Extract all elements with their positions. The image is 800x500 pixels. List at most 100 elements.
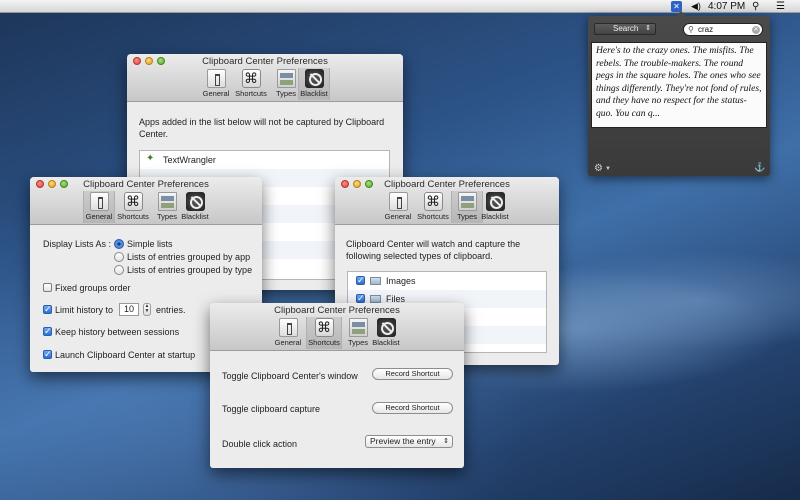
tab-general[interactable]: General xyxy=(83,191,115,223)
tab-general-label: General xyxy=(202,89,230,98)
clip-preview-text[interactable]: Here's to the crazy ones. The misfits. T… xyxy=(591,42,767,128)
mode-label: Search xyxy=(613,24,639,33)
radio-grouped-by-type-label[interactable]: Lists of entries grouped by type xyxy=(127,265,252,275)
gear-icon[interactable]: ⚙ xyxy=(594,163,603,174)
type-images-checkbox[interactable] xyxy=(356,275,365,286)
types-description: Clipboard Center will watch and capture … xyxy=(346,239,521,261)
preferences-window-shortcuts: Clipboard Center Preferences General ⌘ S… xyxy=(210,303,464,468)
tab-general-label: General xyxy=(384,212,412,221)
types-icon xyxy=(276,69,296,88)
radio-grouped-by-app-label[interactable]: Lists of entries grouped by app xyxy=(127,252,250,262)
general-switch-icon xyxy=(206,69,226,88)
mode-popup-button[interactable]: Search ⇕ xyxy=(594,23,656,35)
launch-at-startup-label[interactable]: Launch Clipboard Center at startup xyxy=(55,350,195,360)
fixed-groups-label[interactable]: Fixed groups order xyxy=(55,283,131,293)
tab-shortcuts-label: Shortcuts xyxy=(308,338,340,347)
command-key-icon: ⌘ xyxy=(314,318,334,337)
window-title: Clipboard Center Preferences xyxy=(384,179,510,190)
tab-blacklist[interactable]: Blacklist xyxy=(479,191,511,223)
double-click-action-select[interactable]: Preview the entry ⇕ xyxy=(365,435,453,448)
radio-simple-lists[interactable] xyxy=(114,239,124,249)
popup-arrow xyxy=(675,11,687,17)
window-title: Clipboard Center Preferences xyxy=(274,305,400,316)
file-type-icon xyxy=(370,295,381,303)
radio-grouped-by-app[interactable] xyxy=(114,252,124,262)
double-click-action-value: Preview the entry xyxy=(370,436,436,446)
image-type-icon xyxy=(370,277,381,285)
speaker-icon[interactable]: ◀) xyxy=(691,0,701,13)
tab-general-label: General xyxy=(85,212,113,221)
tab-blacklist-label: Blacklist xyxy=(481,212,509,221)
textwrangler-app-icon: ✦ xyxy=(146,153,155,164)
window-toolbar: Clipboard Center Preferences General ⌘ S… xyxy=(127,54,403,102)
command-key-icon: ⌘ xyxy=(123,192,143,211)
keep-history-checkbox[interactable] xyxy=(43,326,52,337)
window-title: Clipboard Center Preferences xyxy=(83,179,209,190)
window-toolbar: Clipboard Center Preferences General ⌘ S… xyxy=(210,303,464,351)
tab-shortcuts[interactable]: ⌘ Shortcuts xyxy=(306,317,342,349)
clip-search-input[interactable]: craz xyxy=(698,24,713,35)
types-icon xyxy=(348,318,368,337)
tab-blacklist[interactable]: Blacklist xyxy=(370,317,402,349)
list-item[interactable]: ✦ TextWrangler xyxy=(140,151,389,169)
window-title: Clipboard Center Preferences xyxy=(202,56,328,67)
tab-shortcuts[interactable]: ⌘ Shortcuts xyxy=(415,191,451,223)
entries-label: entries. xyxy=(156,305,186,315)
window-toolbar: Clipboard Center Preferences General ⌘ S… xyxy=(335,177,559,225)
tab-shortcuts-label: Shortcuts xyxy=(235,89,267,98)
tab-general[interactable]: General xyxy=(272,317,304,349)
tab-blacklist[interactable]: Blacklist xyxy=(298,68,330,100)
types-icon xyxy=(157,192,177,211)
tab-general[interactable]: General xyxy=(382,191,414,223)
clip-search-field[interactable]: ⚲ craz ✕ xyxy=(683,23,763,36)
clear-search-icon[interactable]: ✕ xyxy=(752,25,760,34)
tab-types-label: Types xyxy=(456,212,477,221)
anchor-icon[interactable]: ⚓ xyxy=(754,162,765,173)
double-click-label: Double click action xyxy=(222,439,298,449)
spotlight-search-icon[interactable]: ⚲ xyxy=(752,0,759,13)
gear-menu-caret-icon: ▼ xyxy=(605,166,611,172)
tab-general[interactable]: General xyxy=(200,68,232,100)
updown-chevron-icon: ⇕ xyxy=(645,25,651,32)
general-switch-icon xyxy=(89,192,109,211)
tab-blacklist[interactable]: Blacklist xyxy=(179,191,211,223)
type-label: Images xyxy=(386,276,416,286)
app-name: TextWrangler xyxy=(163,155,216,165)
blacklist-no-sign-icon xyxy=(185,192,205,211)
tab-shortcuts[interactable]: ⌘ Shortcuts xyxy=(233,68,269,100)
record-shortcut-window-button[interactable]: Record Shortcut xyxy=(372,368,453,380)
type-files-checkbox[interactable] xyxy=(356,293,365,304)
list-item[interactable]: Images xyxy=(348,272,546,290)
blacklist-no-sign-icon xyxy=(485,192,505,211)
blacklist-no-sign-icon xyxy=(376,318,396,337)
types-icon xyxy=(457,192,477,211)
command-key-icon: ⌘ xyxy=(241,69,261,88)
fixed-groups-checkbox[interactable] xyxy=(43,283,52,292)
launch-at-startup-checkbox[interactable] xyxy=(43,349,52,360)
tab-shortcuts[interactable]: ⌘ Shortcuts xyxy=(115,191,151,223)
toggle-window-label: Toggle Clipboard Center's window xyxy=(222,371,358,381)
limit-history-label[interactable]: Limit history to xyxy=(55,305,113,315)
radio-simple-lists-label[interactable]: Simple lists xyxy=(127,239,173,249)
record-shortcut-capture-button[interactable]: Record Shortcut xyxy=(372,402,453,414)
limit-history-checkbox[interactable] xyxy=(43,304,52,315)
general-switch-icon xyxy=(388,192,408,211)
blacklist-no-sign-icon xyxy=(304,69,324,88)
tab-blacklist-label: Blacklist xyxy=(181,212,209,221)
tab-shortcuts-label: Shortcuts xyxy=(117,212,149,221)
tab-blacklist-label: Blacklist xyxy=(300,89,328,98)
updown-chevron-icon: ⇕ xyxy=(443,438,449,445)
blacklist-description: Apps added in the list below will not be… xyxy=(139,117,385,139)
toggle-capture-label: Toggle clipboard capture xyxy=(222,404,321,414)
tab-blacklist-label: Blacklist xyxy=(372,338,400,347)
notification-list-icon[interactable]: ☰ xyxy=(776,0,785,13)
radio-grouped-by-type[interactable] xyxy=(114,265,124,275)
window-toolbar: Clipboard Center Preferences General ⌘ S… xyxy=(30,177,262,225)
keep-history-label[interactable]: Keep history between sessions xyxy=(55,327,179,337)
menubar-clock[interactable]: 4:07 PM xyxy=(708,0,745,13)
search-icon: ⚲ xyxy=(688,25,694,34)
limit-history-input[interactable]: 10 xyxy=(119,303,139,316)
limit-history-stepper[interactable]: ▲ ▼ xyxy=(143,303,151,316)
tab-general-label: General xyxy=(274,338,302,347)
command-key-icon: ⌘ xyxy=(423,192,443,211)
